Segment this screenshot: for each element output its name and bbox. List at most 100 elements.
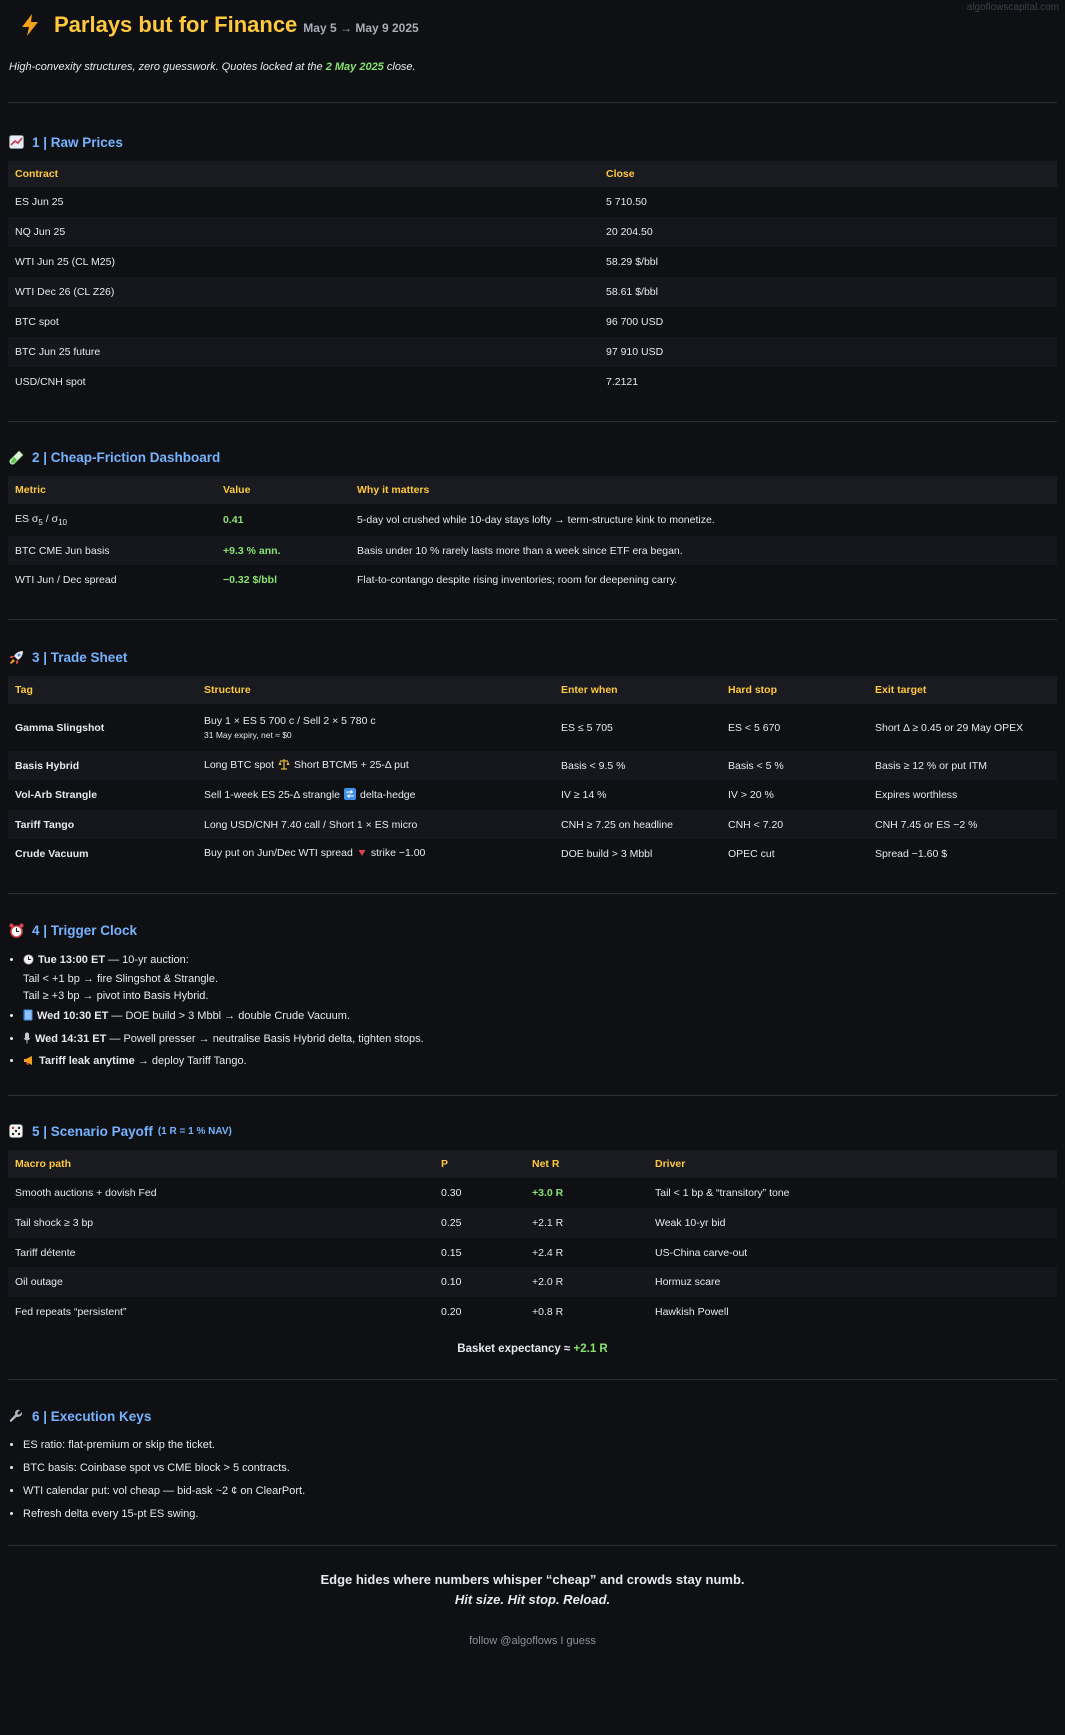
- intro-text: High-convexity structures, zero guesswor…: [8, 61, 1057, 81]
- closing-quote: Edge hides where numbers whisper “cheap”…: [8, 1572, 1057, 1607]
- dice-icon: [8, 1123, 24, 1139]
- structure-text: strike −1.00: [370, 847, 426, 859]
- metric-cell: ES σ5 / σ10: [15, 512, 67, 528]
- megaphone-icon: [23, 1055, 35, 1069]
- list-item: Wed 14:31 ET — Powell presser → neutrali…: [23, 1032, 1057, 1050]
- section-title-trade-sheet: 3 | Trade Sheet: [8, 646, 1057, 668]
- section-title-text: 1 | Raw Prices: [32, 134, 123, 150]
- closing-tagline: Hit size. Hit stop. Reload.: [454, 1592, 611, 1607]
- tag-cell: Vol-Arb Strangle: [15, 789, 98, 801]
- close-cell: 20 204.50: [599, 217, 1057, 247]
- column-header: Tag: [8, 676, 197, 704]
- page-header: Parlays but for Finance May 5 → May 9 20…: [8, 0, 1057, 50]
- close-cell: 96 700 USD: [606, 316, 664, 328]
- enter-cell: IV ≥ 14 %: [561, 789, 607, 801]
- structure-cell: Buy 1 × ES 5 700 c / Sell 2 × 5 780 c 31 …: [197, 704, 554, 751]
- list-item: ES ratio: flat-premium or skip the ticke…: [23, 1439, 1057, 1457]
- column-header: Hard stop: [721, 676, 868, 704]
- stop-cell: ES < 5 670: [728, 721, 781, 734]
- section-title-execution: 6 | Execution Keys: [8, 1405, 1057, 1427]
- table-row: WTI Jun 25 (CL M25) 58.29 $/bbl: [8, 247, 1057, 277]
- stop-cell: CNH < 7.20: [721, 810, 868, 839]
- net-r-cell: +3.0 R: [532, 1187, 564, 1199]
- section-title-text: 3 | Trade Sheet: [32, 649, 128, 665]
- section-title-scenario: 5 | Scenario Payoff (1 R = 1 % NAV): [8, 1120, 1057, 1142]
- table-row: Crude Vacuum Buy put on Jun/Dec WTI spre…: [8, 839, 1057, 869]
- table-row: BTC Jun 25 future 97 910 USD: [8, 337, 1057, 367]
- list-item: BTC basis: Coinbase spot vs CME block > …: [23, 1462, 1057, 1480]
- structure-text: Long BTC spot: [204, 759, 275, 771]
- execution-section: 6 | Execution Keys ES ratio: flat-premiu…: [8, 1380, 1057, 1545]
- section-title-text: 5 | Scenario Payoff: [32, 1123, 153, 1139]
- section-title-trigger-clock: 4 | Trigger Clock: [8, 919, 1057, 941]
- table-row: USD/CNH spot 7.2121: [8, 367, 1057, 397]
- trigger-time: Tariff leak anytime: [39, 1055, 135, 1067]
- close-cell: 58.61 $/bbl: [599, 277, 1057, 307]
- contract-cell: USD/CNH spot: [15, 376, 86, 388]
- scenario-table: Macro path P Net R Driver Smooth auction…: [8, 1150, 1057, 1327]
- structure-text: Sell 1-week ES 25-Δ strangle: [204, 788, 340, 801]
- why-cell: Basis under 10 % rarely lasts more than …: [350, 536, 1057, 565]
- raw-prices-table: Contract Close ES Jun 25 5 710.50 NQ Jun …: [8, 161, 1057, 397]
- table-row: Oil outage 0.10 +2.0 R Hormuz scare: [8, 1267, 1057, 1297]
- table-row: ES Jun 25 5 710.50: [8, 187, 1057, 217]
- enter-cell: Basis < 9.5 %: [554, 751, 721, 780]
- value-cell: +9.3 % ann.: [216, 536, 350, 565]
- chart-increasing-icon: [8, 134, 24, 150]
- stop-cell: Basis < 5 %: [721, 751, 868, 780]
- contract-cell: WTI Dec 26 (CL Z26): [8, 277, 599, 307]
- exit-cell: Expires worthless: [875, 789, 958, 801]
- path-cell: Oil outage: [8, 1267, 434, 1297]
- intro-before: High-convexity structures, zero guesswor…: [9, 61, 326, 73]
- basket-expectancy: Basket expectancy ≈ +2.1 R: [8, 1343, 1057, 1355]
- section-title-dashboard: 2 | Cheap-Friction Dashboard: [8, 446, 1057, 468]
- trigger-time: Wed 10:30 ET: [37, 1010, 109, 1022]
- intro-after: close.: [383, 61, 416, 73]
- net-r-cell: +0.8 R: [532, 1306, 564, 1318]
- tag-cell: Tariff Tango: [8, 810, 197, 839]
- table-row: Tail shock ≥ 3 bp 0.25 +2.1 R Weak 10-yr bi…: [8, 1208, 1057, 1238]
- probability-cell: 0.10: [434, 1267, 525, 1297]
- path-cell: Smooth auctions + dovish Fed: [15, 1187, 157, 1199]
- table-row: Basis Hybrid Long BTC spot Short BTCM5 + …: [8, 751, 1057, 780]
- list-item: Wed 10:30 ET — DOE build > 3 Mbbl → doub…: [23, 1009, 1057, 1027]
- table-row: Tariff Tango Long USD/CNH 7.40 call / Sh…: [8, 810, 1057, 839]
- section-title-text: 4 | Trigger Clock: [32, 922, 138, 938]
- watermark: algoflowscapital.com: [966, 2, 1059, 13]
- book-icon: [23, 1009, 33, 1024]
- trade-sheet-section: 3 | Trade Sheet Tag Structure Enter when…: [8, 620, 1057, 893]
- column-header: P: [434, 1150, 525, 1178]
- column-header: Structure: [197, 676, 554, 704]
- table-row: Vol-Arb Strangle Sell 1-week ES 25-Δ str…: [8, 780, 1057, 810]
- page-title: Parlays but for Finance: [54, 12, 298, 37]
- table-row: Gamma Slingshot Buy 1 × ES 5 700 c / Sel…: [8, 704, 1057, 751]
- dashboard-section: 2 | Cheap-Friction Dashboard Metric Valu…: [8, 422, 1057, 619]
- list-item: Tariff leak anytime → deploy Tariff Tang…: [23, 1055, 1057, 1073]
- structure-cell: Long BTC spot Short BTCM5 + 25-Δ put: [197, 751, 554, 780]
- column-header: Enter when: [554, 676, 721, 704]
- rocket-icon: [8, 649, 24, 665]
- table-row: BTC CME Jun basis +9.3 % ann. Basis unde…: [8, 536, 1057, 565]
- driver-cell: Weak 10-yr bid: [648, 1208, 1057, 1238]
- list-item: Tue 13:00 ET — 10-yr auction: Tail < +1 …: [23, 952, 1057, 1004]
- driver-cell: Hormuz scare: [648, 1267, 1057, 1297]
- probability-cell: 0.20: [441, 1306, 462, 1318]
- contract-cell: ES Jun 25: [15, 196, 64, 208]
- value-cell: 0.41: [223, 514, 244, 526]
- trigger-time: Tue 13:00 ET: [38, 954, 106, 966]
- tag-cell: Gamma Slingshot: [15, 721, 105, 734]
- basket-label: Basket expectancy ≈: [457, 1343, 574, 1355]
- structure-cell: Sell 1-week ES 25-Δ strangle delta-hedge: [197, 780, 554, 810]
- exit-cell: Spread −1.60 $: [875, 848, 948, 860]
- section-title-raw-prices: 1 | Raw Prices: [8, 131, 1057, 153]
- probability-cell: 0.25: [434, 1208, 525, 1238]
- wrench-icon: [8, 1408, 24, 1424]
- trigger-text: — 10-yr auction:: [105, 954, 189, 966]
- intro-date-highlight: 2 May 2025: [325, 61, 384, 73]
- trade-sheet-table: Tag Structure Enter when Hard stop Exit …: [8, 676, 1057, 869]
- test-tube-icon: [8, 449, 24, 465]
- table-row: BTC spot 96 700 USD: [8, 307, 1057, 337]
- trigger-list: Tue 13:00 ET — 10-yr auction: Tail < +1 …: [8, 952, 1057, 1073]
- contract-cell: WTI Jun 25 (CL M25): [15, 256, 115, 268]
- column-header: Driver: [648, 1150, 1057, 1178]
